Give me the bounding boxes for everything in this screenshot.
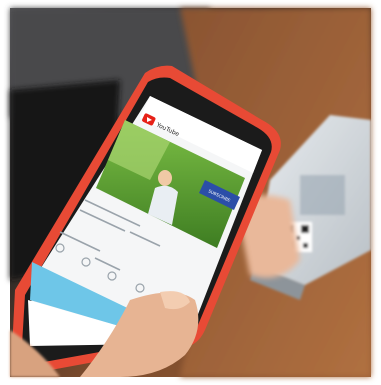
scene-svg: YouTube SUBSCRIBE <box>10 8 371 377</box>
photo-scene: YouTube SUBSCRIBE <box>0 0 381 385</box>
person-head <box>158 170 172 186</box>
